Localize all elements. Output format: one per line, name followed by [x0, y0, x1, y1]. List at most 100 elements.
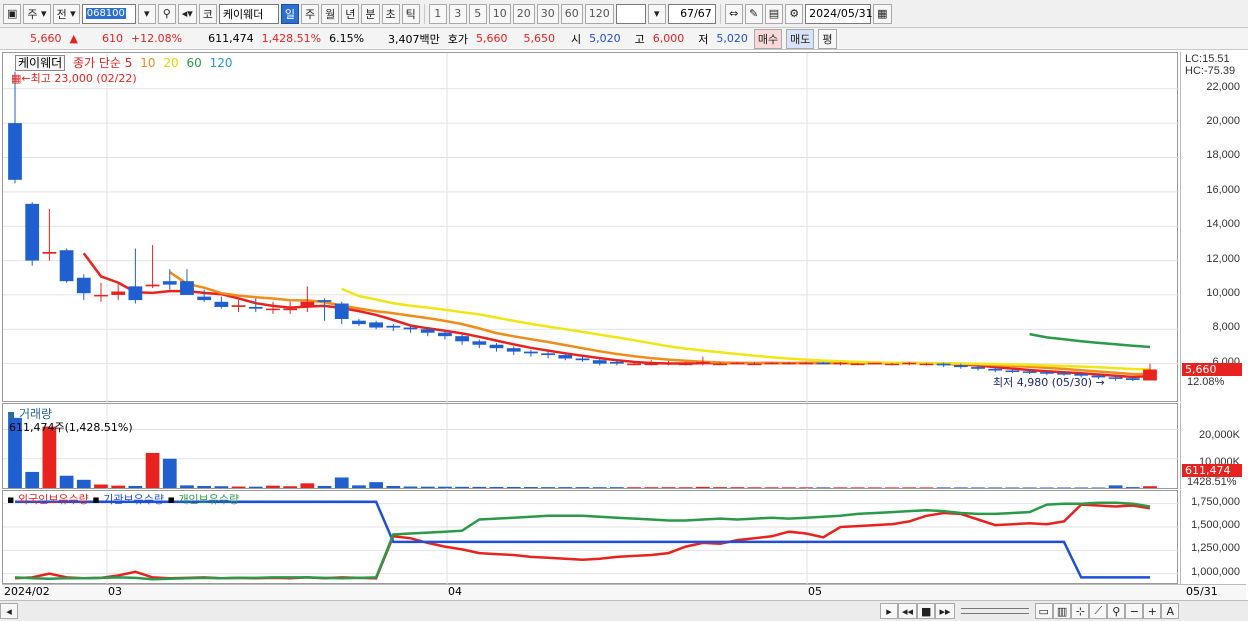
quote-label: 호가 — [447, 32, 469, 46]
zoom-icon[interactable]: ⚲ — [1107, 603, 1126, 619]
scroll-track[interactable] — [18, 605, 880, 617]
price-tick-label: 14,000 — [1206, 218, 1240, 231]
split-icon[interactable]: ▥ — [1052, 603, 1072, 619]
period-day[interactable]: 일 — [280, 3, 300, 24]
interval-60[interactable]: 60 — [560, 3, 583, 24]
crosshair-icon[interactable]: ⊹ — [1071, 603, 1090, 619]
forward-icon[interactable]: ▸▸ — [935, 603, 955, 619]
trade-amount: 3,407백만 — [388, 32, 440, 46]
sell-button[interactable]: 매도 — [786, 28, 815, 49]
font-size-icon[interactable]: A — [1161, 603, 1180, 619]
candle-body — [661, 362, 676, 365]
low-label: 저 — [698, 32, 709, 46]
draw-tool-icon[interactable]: ✎ — [744, 3, 763, 24]
period-second[interactable]: 초 — [381, 3, 400, 24]
candle-body — [248, 306, 263, 309]
holding-legend: ▪ 외국인보유수량 ▪ 기관보유수량 ▪ 개인보유수량 — [7, 493, 240, 506]
candle-body — [696, 361, 710, 364]
candle-body — [506, 348, 521, 352]
search-icon[interactable]: ⚲ — [157, 3, 176, 24]
scroll-left-icon[interactable]: ◂ — [0, 603, 18, 619]
candle-body — [833, 362, 848, 365]
ma5-line — [82, 252, 1151, 379]
play-icon[interactable]: ▸ — [880, 603, 898, 619]
interval-1[interactable]: 1 — [428, 3, 447, 24]
volume-bar — [1022, 487, 1037, 488]
volume-panel[interactable]: ▪ 거래량 611,474주(1,428.51%) — [2, 403, 1179, 490]
interval-10[interactable]: 10 — [488, 3, 511, 24]
legend-ma-20: 20 — [163, 56, 179, 70]
trendline-icon[interactable]: ⟋ — [1089, 603, 1108, 619]
volume-bar — [214, 486, 229, 488]
volume-bar — [885, 487, 899, 488]
volume-bar — [1125, 487, 1140, 488]
prev-button[interactable]: 전 ▾ — [52, 3, 80, 24]
volume-bar — [283, 486, 298, 488]
candle-body — [145, 284, 160, 287]
save-icon[interactable]: ▤ — [764, 3, 784, 24]
volume-bar — [747, 487, 762, 488]
volume-bar — [678, 487, 693, 488]
prev-label: 전 — [56, 7, 67, 21]
open-label: 시 — [571, 32, 582, 46]
code-prefix[interactable]: 코 — [198, 3, 217, 24]
zoom-slider[interactable] — [960, 608, 1029, 614]
layout-icon[interactable]: ▭ — [1034, 603, 1053, 619]
candle-body — [180, 281, 194, 295]
interval-120[interactable]: 120 — [584, 3, 614, 24]
date-input[interactable]: 2024/05/31 — [805, 3, 873, 24]
volume-bar — [420, 486, 435, 488]
volume-bar — [575, 487, 590, 488]
price-chart-panel[interactable]: 케이웨더 종가 단순 5 10 20 60 120 ▦←최고 23,000 (0… — [2, 52, 1179, 403]
volume-bar — [162, 458, 177, 488]
stock-name-field[interactable]: 케이웨더 — [218, 3, 279, 24]
market-select[interactable]: 주 ▾ — [23, 3, 51, 24]
stock-code-input[interactable]: 068100 — [81, 3, 136, 24]
gear-icon[interactable]: ⚙ — [785, 3, 804, 24]
window-icon[interactable]: ▣ — [3, 3, 22, 24]
volume-bar — [369, 482, 384, 488]
market-label: 주 — [27, 7, 38, 21]
plus-icon[interactable]: + — [1143, 603, 1162, 619]
custom-interval-input[interactable] — [615, 3, 646, 24]
x-label-apr: 04 — [448, 585, 462, 598]
minus-icon[interactable]: − — [1125, 603, 1144, 619]
period-minute[interactable]: 분 — [361, 3, 380, 24]
holding-tick-label: 1,500,000 — [1191, 519, 1240, 531]
candle-body — [713, 363, 727, 366]
candle-body — [128, 286, 143, 301]
buy-button[interactable]: 매수 — [753, 28, 783, 49]
period-year[interactable]: 년 — [341, 3, 360, 24]
volume-bar — [506, 486, 521, 488]
up-arrow-icon: ▲ — [69, 32, 78, 45]
stop-icon[interactable]: ■ — [917, 603, 936, 619]
legend-ma-title: 종가 단순 5 — [73, 56, 133, 70]
volume-bar — [352, 485, 366, 488]
interval-5[interactable]: 5 — [468, 3, 487, 24]
speaker-icon[interactable]: ◂▾ — [177, 3, 197, 24]
period-tick[interactable]: 틱 — [401, 3, 420, 24]
interval-3[interactable]: 3 — [448, 3, 467, 24]
interval-dropdown-icon[interactable]: ▾ — [647, 3, 666, 24]
candle-body — [850, 363, 865, 366]
candle-body — [76, 277, 91, 294]
holding-panel[interactable]: ▪ 외국인보유수량 ▪ 기관보유수량 ▪ 개인보유수량 — [2, 490, 1179, 585]
rewind-icon[interactable]: ◂◂ — [898, 603, 918, 619]
period-month[interactable]: 월 — [321, 3, 340, 24]
calendar-icon[interactable]: ▦ — [873, 3, 892, 24]
volume-bar — [816, 487, 831, 488]
candle-body — [936, 363, 951, 366]
nav-arrows-icon[interactable]: ⇔ — [724, 3, 743, 24]
volume-bar — [180, 485, 194, 488]
interval-20[interactable]: 20 — [512, 3, 535, 24]
interval-30[interactable]: 30 — [536, 3, 559, 24]
code-dropdown-icon[interactable]: ▾ — [137, 3, 156, 24]
bar-count: 67 — [680, 7, 695, 20]
candle-body — [592, 360, 607, 364]
volume-bar — [919, 487, 934, 488]
candle-body — [231, 305, 246, 307]
avg-button[interactable]: 평 — [818, 28, 837, 49]
period-week[interactable]: 주 — [301, 3, 320, 24]
bar-count-field[interactable]: 67/67 — [667, 3, 716, 24]
candle-body — [781, 362, 796, 365]
